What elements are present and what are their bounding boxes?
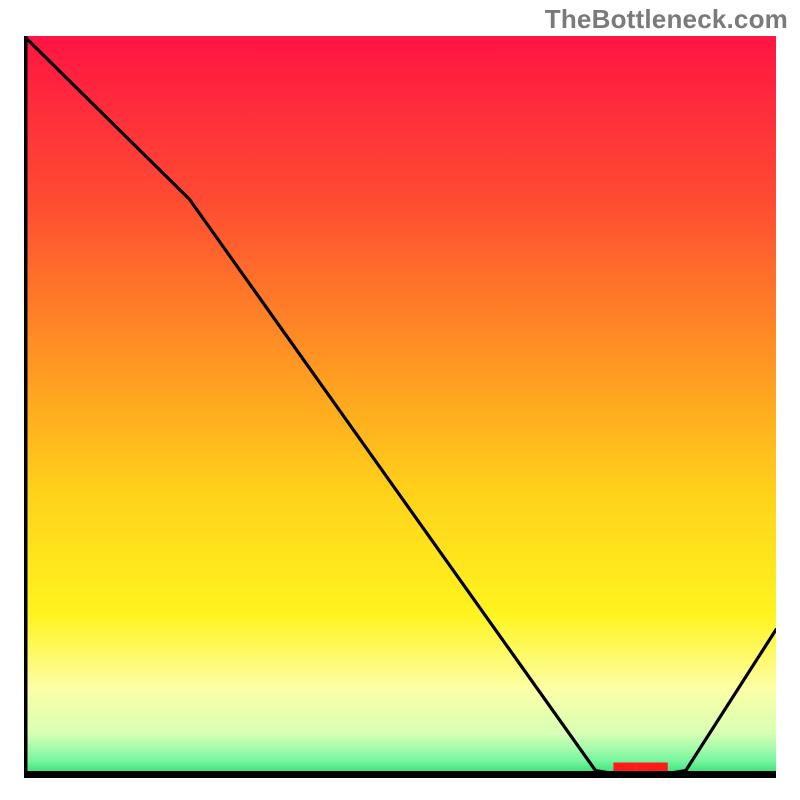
attribution-label: TheBottleneck.com — [545, 4, 788, 35]
chart-svg: ██████████ — [24, 36, 776, 778]
chart-container: TheBottleneck.com ██████████ — [0, 0, 800, 800]
chart-plot-area: ██████████ — [24, 36, 776, 778]
